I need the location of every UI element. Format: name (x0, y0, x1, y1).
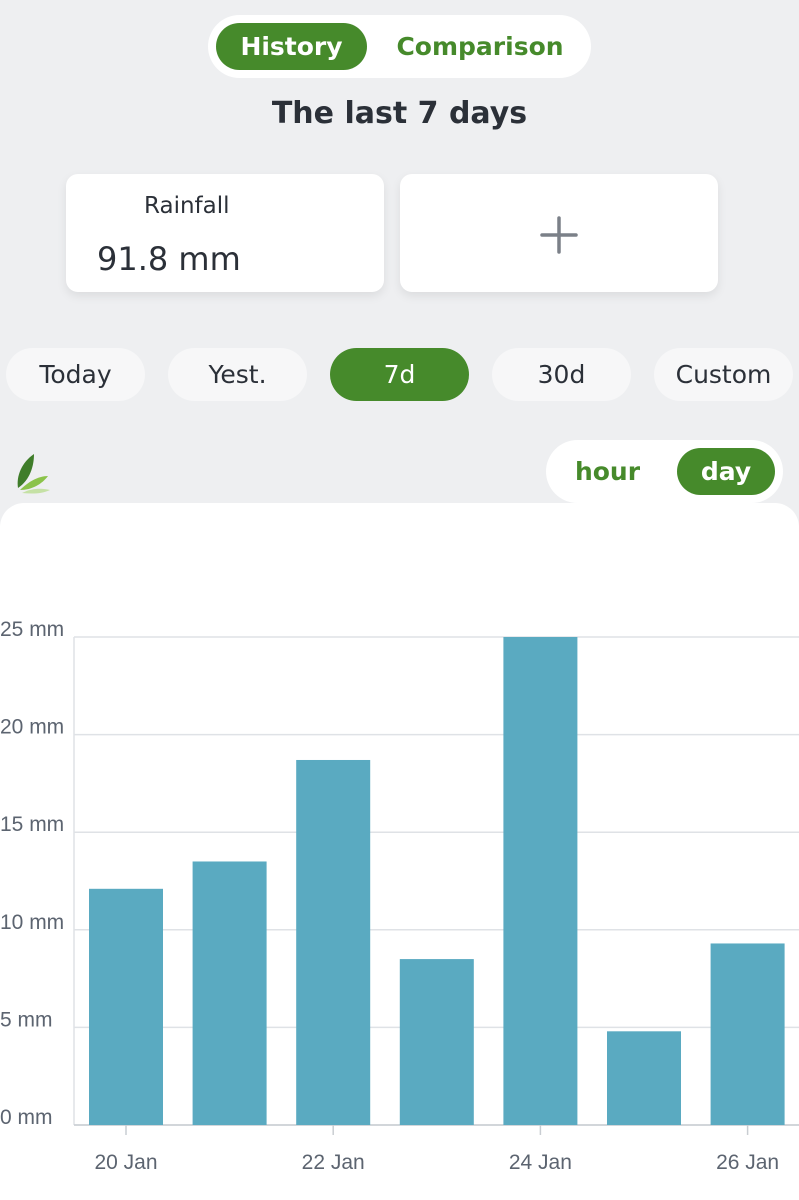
range-today-button[interactable]: Today (6, 348, 145, 401)
y-tick-label: 20 mm (0, 716, 64, 739)
rainfall-bar-chart: 0 mm 5 mm 10 mm 15 mm 20 mm 25 mm 20 Jan 22 Jan… (0, 618, 799, 1174)
y-tick-label: 15 mm (0, 813, 64, 836)
bar-20-jan (89, 888, 163, 1125)
bar-22-jan (296, 759, 371, 1125)
y-tick-label: 25 mm (0, 618, 64, 641)
day-toggle[interactable]: day (677, 448, 775, 495)
rainfall-total-value: 91.8 mm (97, 240, 241, 278)
hour-toggle[interactable]: hour (560, 448, 655, 495)
bar-25-jan (607, 1031, 681, 1125)
x-tick-label: 26 Jan (716, 1151, 779, 1174)
comparison-tab[interactable]: Comparison (378, 23, 582, 70)
x-tick-label: 20 Jan (94, 1151, 157, 1174)
bar-24-jan (503, 637, 578, 1125)
bar-21-jan (192, 861, 267, 1125)
range-yesterday-button[interactable]: Yest. (168, 348, 307, 401)
mode-switch: History Comparison (208, 15, 591, 78)
history-tab[interactable]: History (216, 23, 367, 70)
range-30d-button[interactable]: 30d (492, 348, 631, 401)
y-tick-label: 10 mm (0, 911, 64, 934)
leaf-logo-icon (17, 454, 50, 494)
page-title: The last 7 days (271, 96, 528, 131)
plus-icon (540, 216, 578, 254)
range-7d-button[interactable]: 7d (330, 348, 469, 401)
x-tick-label: 22 Jan (302, 1151, 365, 1174)
rainfall-label: Rainfall (144, 193, 230, 219)
range-custom-button[interactable]: Custom (654, 348, 793, 401)
bar-26-jan (710, 943, 785, 1125)
x-tick-label: 24 Jan (509, 1151, 572, 1174)
bar-23-jan (399, 959, 474, 1125)
resolution-switch: hour day (546, 440, 783, 503)
y-tick-label: 0 mm (0, 1106, 53, 1129)
chart-panel: 0 mm 5 mm 10 mm 15 mm 20 mm 25 mm 20 Jan 22 Jan… (0, 503, 799, 1200)
y-tick-label: 5 mm (0, 1008, 53, 1031)
